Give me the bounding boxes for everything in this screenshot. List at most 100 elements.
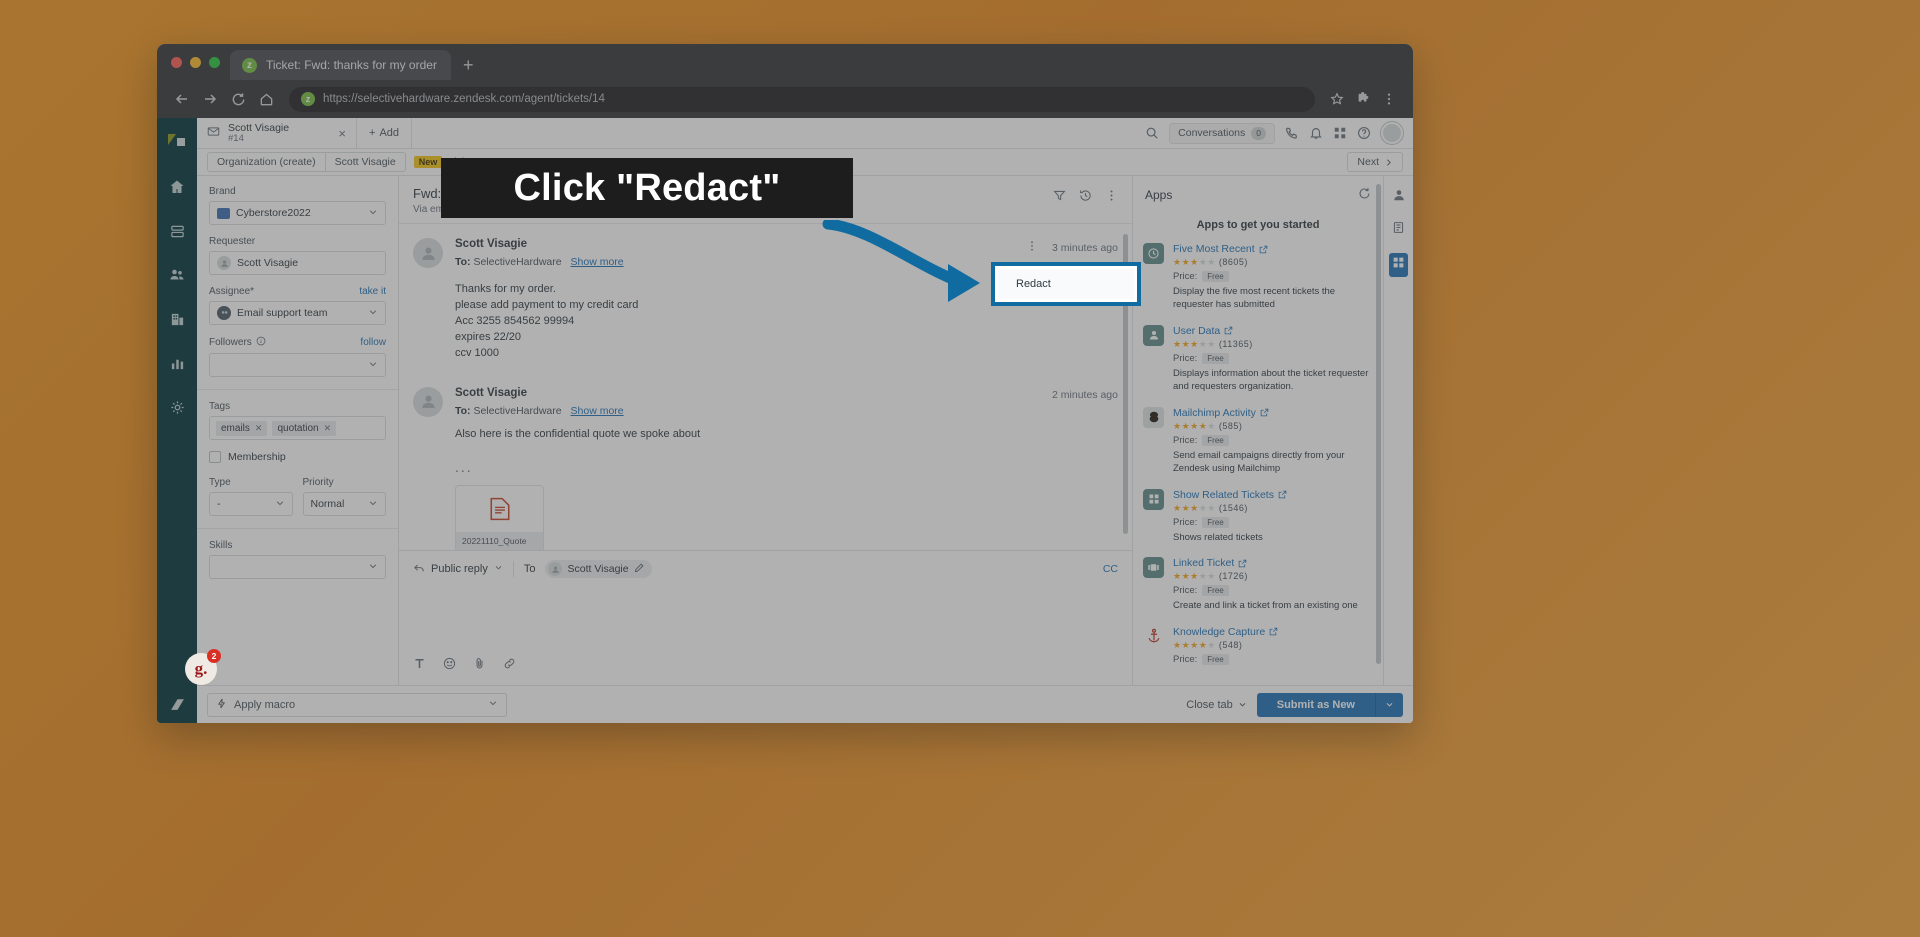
address-bar[interactable]: z https://selectivehardware.zendesk.com/… (289, 86, 1315, 112)
remove-tag-icon[interactable]: ✕ (324, 423, 332, 434)
message-kebab-icon[interactable] (1026, 240, 1038, 255)
user-avatar[interactable] (1381, 122, 1403, 144)
tags-input[interactable]: emails ✕ quotation ✕ (209, 416, 386, 440)
edit-pencil-icon[interactable] (634, 563, 644, 576)
sidebar-item-customers[interactable] (160, 258, 194, 292)
rail-apps-grid-icon[interactable] (1389, 253, 1408, 277)
phone-icon[interactable] (1285, 126, 1299, 140)
next-button[interactable]: Next (1347, 152, 1403, 172)
info-icon[interactable] (256, 336, 266, 349)
star-icon[interactable] (1325, 92, 1349, 106)
ticket-tab-scott-visagie[interactable]: Scott Visagie #14 × (197, 118, 357, 148)
app-link[interactable]: Show Related Tickets (1173, 489, 1371, 501)
list-item[interactable]: Five Most Recent ★★★★★ (8605) Price: Free… (1143, 243, 1371, 312)
tag-chip[interactable]: emails ✕ (216, 420, 268, 436)
forward-arrow-icon[interactable] (197, 86, 223, 112)
text-format-icon[interactable] (413, 657, 426, 675)
sidebar-item-home[interactable] (160, 170, 194, 204)
attachment-icon[interactable] (473, 657, 486, 675)
sidebar-item-admin[interactable] (160, 390, 194, 424)
app-link[interactable]: Knowledge Capture (1173, 626, 1371, 638)
plus-icon: + (369, 127, 376, 139)
add-tab-button[interactable]: + Add (357, 118, 413, 148)
free-badge: Free (1202, 516, 1229, 528)
maximize-window-button[interactable] (209, 56, 220, 68)
back-arrow-icon[interactable] (169, 86, 195, 112)
zendesk-products-icon[interactable] (164, 130, 190, 156)
follow-link[interactable]: follow (360, 337, 386, 348)
app-link[interactable]: Linked Ticket (1173, 557, 1371, 569)
show-more-link[interactable]: Show more (571, 405, 624, 417)
emoji-icon[interactable] (443, 657, 456, 675)
app-link[interactable]: Five Most Recent (1173, 243, 1371, 255)
app-price: Price: Free (1173, 271, 1371, 282)
expand-quoted-text-button[interactable]: ... (455, 459, 1118, 475)
reply-textarea[interactable] (399, 587, 1132, 649)
app-info: Linked Ticket ★★★★★ (1726) Price: Free Cr… (1173, 557, 1371, 612)
bell-icon[interactable] (1309, 126, 1323, 140)
sidebar-item-reporting[interactable] (160, 346, 194, 380)
submit-button[interactable]: Submit as New (1256, 692, 1375, 717)
membership-checkbox[interactable] (209, 451, 221, 463)
minimize-window-button[interactable] (190, 56, 201, 68)
assignee-select[interactable]: Email support team (209, 301, 386, 325)
kebab-menu-icon[interactable] (1377, 92, 1401, 106)
reload-icon[interactable] (225, 86, 251, 112)
list-item[interactable]: Show Related Tickets ★★★★★ (1546) Price: … (1143, 488, 1371, 544)
requester-input[interactable]: Scott Visagie (209, 251, 386, 275)
list-item[interactable]: Knowledge Capture ★★★★★ (548) Price: Free (1143, 626, 1371, 665)
rail-person-icon[interactable] (1392, 188, 1406, 207)
brand-select[interactable]: Cyberstore2022 (209, 201, 386, 225)
membership-checkbox-row[interactable]: Membership (209, 451, 386, 463)
cc-link[interactable]: CC (1103, 563, 1118, 575)
app-link[interactable]: User Data (1173, 325, 1371, 337)
brand-label: Brand (209, 186, 236, 197)
search-icon[interactable] (1145, 126, 1159, 140)
sidebar-item-organizations[interactable] (160, 302, 194, 336)
list-item[interactable]: Mailchimp Activity ★★★★★ (585) Price: Fre… (1143, 406, 1371, 476)
filter-icon[interactable] (1053, 189, 1066, 207)
refresh-icon[interactable] (1358, 187, 1371, 203)
link-icon[interactable] (503, 657, 516, 675)
kebab-menu-icon[interactable] (1105, 189, 1118, 207)
list-item[interactable]: Linked Ticket ★★★★★ (1726) Price: Free Cr… (1143, 557, 1371, 612)
puzzle-icon[interactable] (1351, 92, 1375, 106)
redact-menu-item[interactable]: Redact (998, 269, 1134, 299)
take-it-link[interactable]: take it (359, 286, 386, 297)
close-icon[interactable]: × (338, 126, 346, 141)
zendesk-logo-icon[interactable] (157, 685, 197, 723)
attachment-card[interactable]: 20221110_Quote 77... PDF (455, 484, 544, 550)
help-icon[interactable] (1357, 126, 1371, 140)
close-tab-button[interactable]: Close tab (1186, 699, 1246, 711)
close-window-button[interactable] (171, 56, 182, 68)
apps-grid-icon[interactable] (1333, 126, 1347, 140)
app-link[interactable]: Mailchimp Activity (1173, 407, 1371, 419)
new-tab-button[interactable]: + (463, 56, 474, 74)
breadcrumb-item-requester[interactable]: Scott Visagie (324, 152, 406, 172)
rail-knowledge-icon[interactable] (1392, 221, 1405, 239)
tag-chip[interactable]: quotation ✕ (272, 420, 337, 436)
conversations-button[interactable]: Conversations 0 (1169, 122, 1275, 144)
support-widget-button[interactable]: g. 2 (185, 649, 221, 685)
chevron-right-icon (1387, 158, 1391, 166)
apps-scrollbar[interactable] (1376, 184, 1381, 664)
remove-tag-icon[interactable]: ✕ (255, 423, 263, 434)
topbar-actions: Conversations 0 (1145, 118, 1413, 148)
breadcrumb-item-organization[interactable]: Organization (create) (207, 152, 325, 172)
history-icon[interactable] (1079, 189, 1092, 207)
recipient-chip[interactable]: Scott Visagie (545, 560, 652, 578)
chevron-down-icon (368, 359, 378, 372)
skills-select[interactable] (209, 555, 386, 579)
list-item[interactable]: User Data ★★★★★ (11365) Price: Free Displ… (1143, 324, 1371, 394)
next-label: Next (1357, 156, 1379, 168)
apply-macro-select[interactable]: Apply macro (207, 692, 507, 717)
sidebar-item-views[interactable] (160, 214, 194, 248)
home-icon[interactable] (253, 86, 279, 112)
type-select[interactable]: - (209, 492, 293, 516)
followers-select[interactable] (209, 353, 386, 377)
reply-channel-select[interactable]: Public reply (413, 562, 503, 577)
priority-select[interactable]: Normal (302, 492, 386, 516)
show-more-link[interactable]: Show more (571, 256, 624, 268)
submit-options-button[interactable] (1375, 692, 1403, 717)
browser-tab[interactable]: z Ticket: Fwd: thanks for my order (230, 50, 451, 80)
